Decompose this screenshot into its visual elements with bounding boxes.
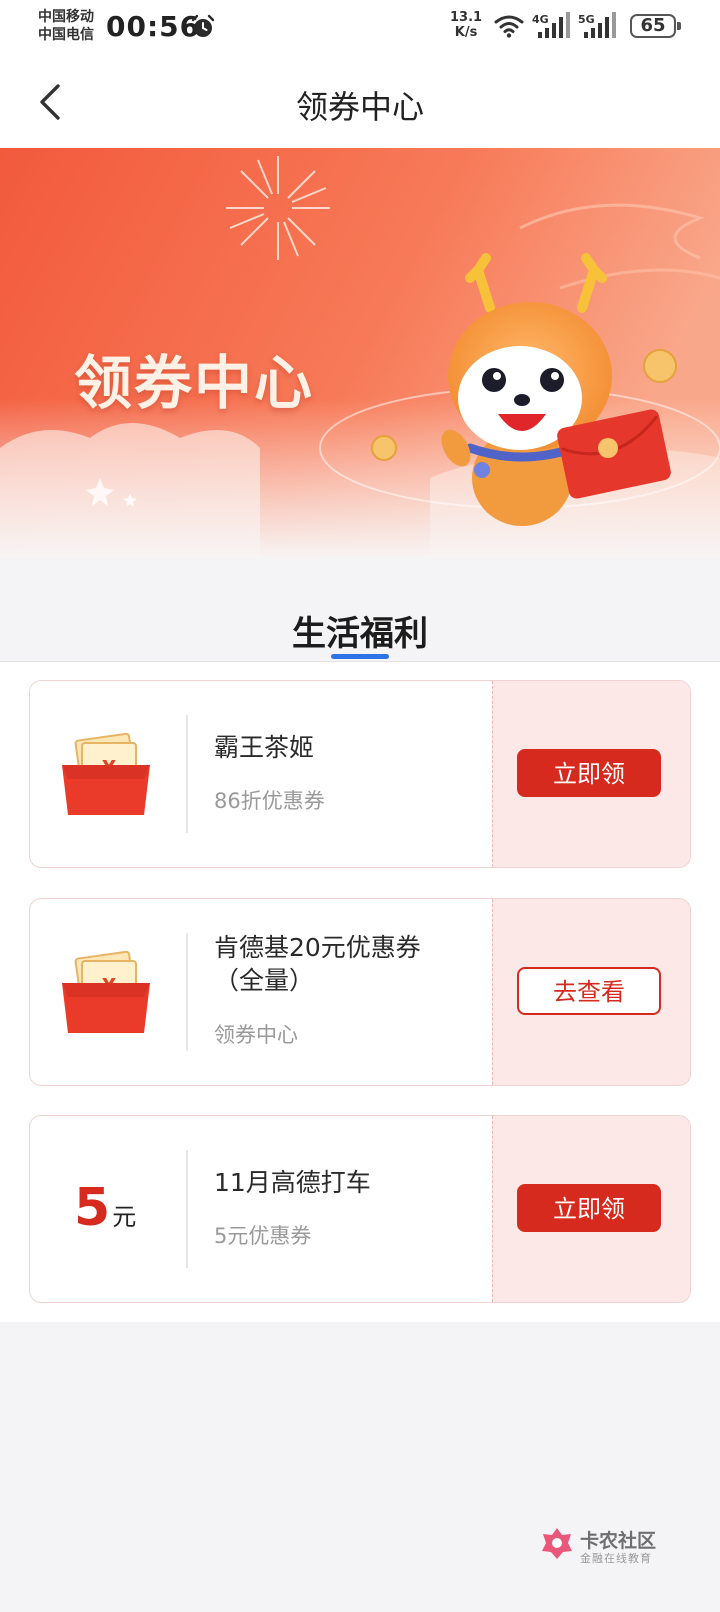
tab-indicator [331, 654, 389, 659]
coupon-desc: 86折优惠券 [214, 789, 325, 813]
signal-4g-icon: 4G [532, 12, 570, 38]
community-logo-icon [542, 1528, 572, 1559]
coupon-name: 肯德基20元优惠券（全量） [214, 933, 421, 995]
signal-5g-icon: 5G [578, 12, 616, 38]
coupon-name: 霸王茶姬 [214, 733, 315, 762]
coupon-amount: 5元 [74, 1178, 136, 1238]
coupon-desc: 5元优惠券 [214, 1224, 312, 1248]
coupon-card[interactable]: 5元 11月高德打车 5元优惠券 立即领 [29, 1115, 691, 1303]
network-1-label: 4G [532, 13, 549, 26]
coupon-action-area: 立即领 [492, 681, 690, 867]
alarm-icon [191, 14, 215, 37]
banner-title: 领券中心 [74, 349, 315, 417]
watermark-subtitle: 金融在线教育 [580, 1552, 652, 1565]
coupon-card[interactable]: ¥ 肯德基20元优惠券（全量） 领券中心 去查看 [29, 898, 691, 1086]
claim-button[interactable]: 立即领 [517, 1184, 661, 1232]
speed-unit: K/s [454, 25, 478, 40]
card-separator [186, 1150, 188, 1268]
page-title: 领券中心 [295, 88, 424, 126]
network-speed: 13.1 K/s [450, 10, 482, 40]
coupon-action-area: 去查看 [492, 899, 690, 1085]
watermark-name: 卡农社区 [580, 1530, 657, 1552]
carrier-labels: 中国移动 中国电信 [38, 8, 94, 44]
nav-header: 领券中心 [0, 52, 720, 148]
amount-value: 5 [74, 1178, 111, 1238]
amount-unit: 元 [112, 1203, 137, 1231]
section-tabs: 生活福利 [0, 558, 720, 662]
battery-indicator: 65 [630, 14, 681, 38]
view-button[interactable]: 去查看 [517, 967, 661, 1015]
coupon-desc: 领券中心 [214, 1023, 298, 1047]
coupon-card[interactable]: ¥ 霸王茶姬 86折优惠券 立即领 [29, 680, 691, 868]
status-time: 00:56 [106, 10, 201, 43]
hero-banner: 领券中心 [0, 148, 720, 558]
tab-life-benefits[interactable]: 生活福利 [0, 606, 720, 655]
status-bar: 中国移动 中国电信 00:56 13.1 K/s 4G 5G 65 [0, 0, 720, 52]
red-envelope-icon: ¥ [62, 732, 150, 815]
watermark: 卡农社区 金融在线教育 [540, 1526, 690, 1566]
card-separator [186, 933, 188, 1051]
claim-button[interactable]: 立即领 [517, 749, 661, 797]
red-envelope-icon: ¥ [62, 950, 150, 1033]
card-separator [186, 715, 188, 833]
carrier-2: 中国电信 [38, 27, 94, 43]
coupon-action-area: 立即领 [492, 1116, 690, 1302]
speed-value: 13.1 [450, 10, 483, 25]
carrier-1: 中国移动 [38, 9, 94, 25]
wifi-icon [494, 15, 524, 38]
coupon-name: 11月高德打车 [214, 1168, 371, 1197]
network-2-label: 5G [578, 13, 595, 26]
